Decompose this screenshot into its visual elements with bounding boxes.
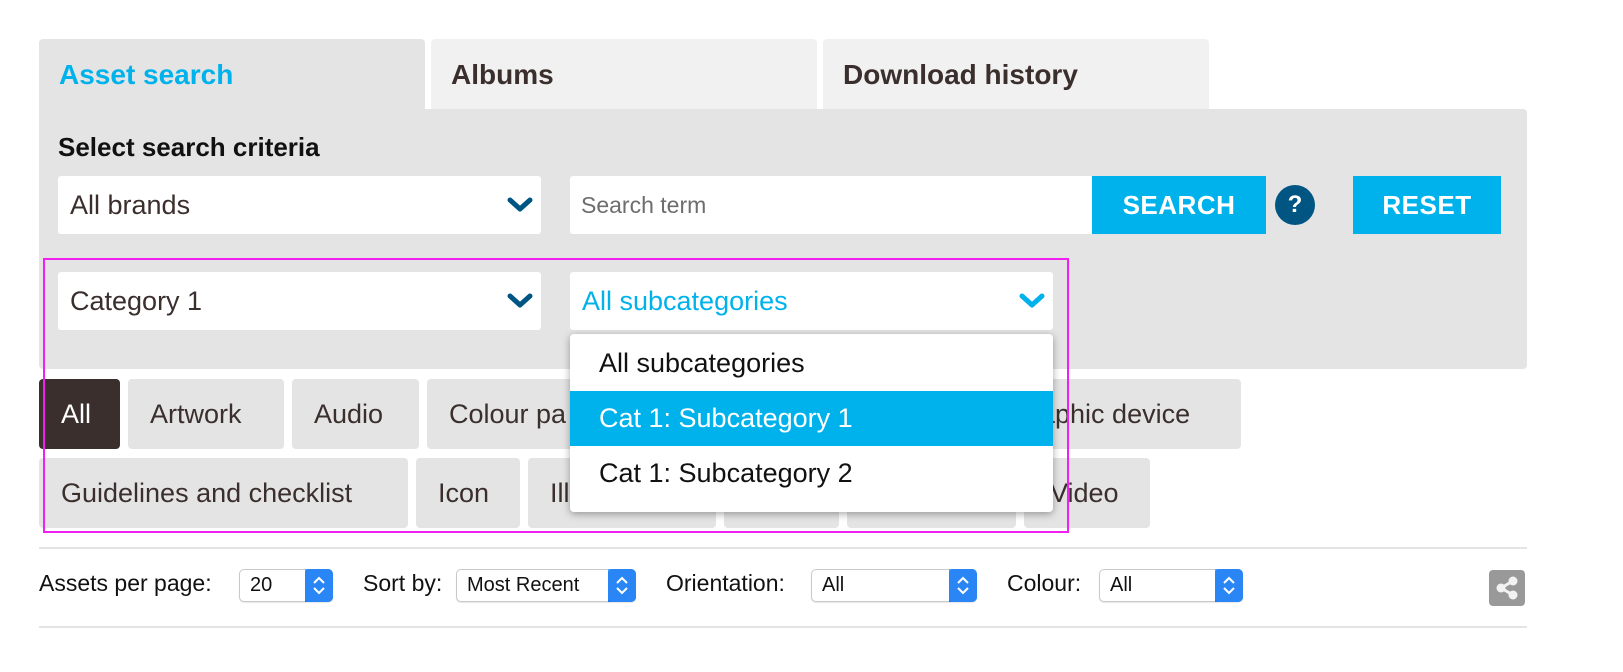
orientation-select[interactable]: All	[811, 569, 977, 602]
chevron-down-icon	[507, 197, 533, 212]
updown-icon	[949, 569, 977, 602]
filter-graphic-device[interactable]: aphic device	[1030, 379, 1241, 449]
colour-value: All	[1110, 574, 1133, 596]
tab-albums[interactable]: Albums	[431, 39, 817, 109]
dropdown-option-subcategory-2[interactable]: Cat 1: Subcategory 2	[570, 446, 1053, 501]
chevron-down-icon	[1019, 293, 1045, 308]
filter-icon[interactable]: Icon	[416, 458, 520, 528]
tab-asset-search[interactable]: Asset search	[39, 39, 425, 109]
divider	[39, 547, 1527, 549]
sort-by-select[interactable]: Most Recent	[456, 569, 636, 602]
category-select-value: Category 1	[70, 286, 203, 316]
subcategory-select-value: All subcategories	[582, 286, 788, 316]
share-icon	[1496, 576, 1518, 600]
sort-by-label: Sort by:	[363, 570, 443, 596]
help-icon[interactable]: ?	[1275, 185, 1315, 225]
assets-per-page-select[interactable]: 20	[239, 569, 333, 602]
divider	[39, 626, 1527, 628]
updown-icon	[608, 569, 636, 602]
orientation-label: Orientation:	[666, 570, 785, 596]
dropdown-option-subcategory-1[interactable]: Cat 1: Subcategory 1	[570, 391, 1053, 446]
updown-icon	[1215, 569, 1243, 602]
filter-all[interactable]: All	[39, 379, 120, 449]
dropdown-option-all-subcategories[interactable]: All subcategories	[570, 336, 1053, 391]
share-button[interactable]	[1489, 570, 1525, 606]
sort-by-value: Most Recent	[467, 574, 580, 596]
search-button[interactable]: SEARCH	[1092, 176, 1266, 234]
filter-audio[interactable]: Audio	[292, 379, 419, 449]
tab-download-history[interactable]: Download history	[823, 39, 1209, 109]
category-select[interactable]: Category 1	[58, 272, 541, 330]
subcategory-dropdown: All subcategories Cat 1: Subcategory 1 C…	[570, 334, 1053, 512]
orientation-value: All	[822, 574, 845, 596]
brand-select-value: All brands	[70, 190, 191, 220]
filter-artwork[interactable]: Artwork	[128, 379, 284, 449]
chevron-down-icon	[507, 293, 533, 308]
assets-per-page-value: 20	[250, 574, 273, 596]
subcategory-select[interactable]: All subcategories	[570, 272, 1053, 330]
search-term-input[interactable]	[570, 176, 1092, 234]
criteria-heading: Select search criteria	[58, 132, 320, 162]
brand-select[interactable]: All brands	[58, 176, 541, 234]
colour-select[interactable]: All	[1099, 569, 1243, 602]
updown-icon	[305, 569, 333, 602]
reset-button[interactable]: RESET	[1353, 176, 1501, 234]
colour-label: Colour:	[1007, 570, 1082, 596]
assets-per-page-label: Assets per page:	[39, 570, 212, 596]
filter-guidelines-and-checklist[interactable]: Guidelines and checklist	[39, 458, 408, 528]
